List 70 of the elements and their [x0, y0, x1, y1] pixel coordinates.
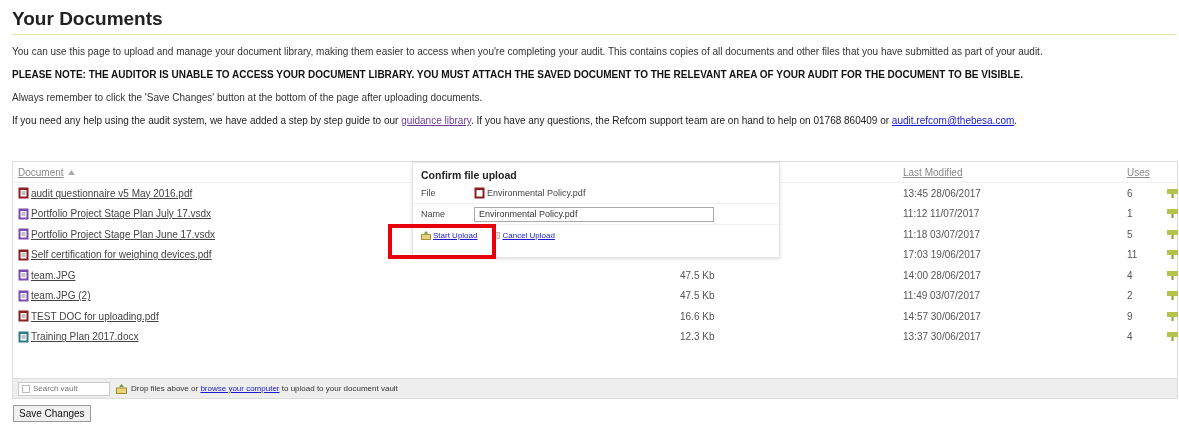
- modified-date: 14:00 28/06/2017: [903, 269, 982, 281]
- document-link[interactable]: Portfolio Project Stage Plan July 17.vsdx: [31, 208, 212, 220]
- modified-date: 11:49 03/07/2017: [903, 290, 982, 302]
- upload-icon: [421, 231, 431, 240]
- cancel-icon: [493, 232, 501, 239]
- document-link[interactable]: Training Plan 2017.docx: [31, 331, 139, 343]
- document-link[interactable]: Self certification for weighing devices.pdf: [31, 249, 212, 261]
- sort-icon: [67, 169, 75, 175]
- file-size: 47.5 Kb: [680, 269, 715, 281]
- pdf-file-icon: [18, 248, 29, 261]
- use-count: 5: [1127, 228, 1134, 240]
- document-icon: [18, 330, 29, 343]
- document-link[interactable]: Portfolio Project Stage Plan June 17.vsdx: [31, 228, 215, 240]
- use-count: 4: [1127, 331, 1134, 343]
- file-name: Environmental Policy.pdf: [487, 188, 586, 198]
- use-count: 6: [1127, 187, 1134, 199]
- column-header[interactable]: Uses: [1127, 166, 1150, 178]
- upload-hint: Drop files above or browse your computer to upload to your document vault: [131, 384, 398, 393]
- search-icon: [22, 384, 30, 393]
- pdf-file-icon: [474, 187, 485, 199]
- notice-text: PLEASE NOTE: THE AUDITOR IS UNABLE TO ACCESS YOUR DOCUMENT LIBRARY. YOU MUST ATTACH THE SAVED DOCUMENT TO THE RELEVANT AREA OF YOUR AUDIT FOR THE DOCUMENT TO BE VISIBLE.: [11, 69, 1024, 81]
- modified-date: 13:37 30/06/2017: [903, 331, 982, 343]
- signpost-icon[interactable]: [1167, 229, 1178, 239]
- reminder-text: Always remember to click the 'Save Changes' button at the bottom of the page after uploading documents.: [11, 92, 484, 104]
- file-size: 16.6 Kb: [680, 310, 715, 322]
- document-icon: [18, 207, 29, 220]
- start-upload-link[interactable]: Start Upload: [433, 231, 478, 240]
- intro-text: You can use this page to upload and manage your document library, making them easier to access when you're completing your audit. This contains copies of all documents and other files that you have submitted as part of your audit.: [11, 46, 1044, 58]
- column-header[interactable]: Document: [18, 166, 64, 178]
- browse-link[interactable]: browse your computer: [200, 384, 280, 393]
- upload-icon: [116, 383, 127, 394]
- cancel-upload-link[interactable]: Cancel Upload: [502, 231, 555, 240]
- document-link[interactable]: audit questionnaire v5 May 2016.pdf: [31, 187, 193, 199]
- signpost-icon[interactable]: [1167, 270, 1178, 280]
- search-field[interactable]: Search vault: [18, 381, 110, 396]
- signpost-icon[interactable]: [1167, 291, 1178, 301]
- file-size: 12.3 Kb: [680, 331, 715, 343]
- pdf-file-icon: [18, 310, 29, 323]
- modified-date: 11:18 03/07/2017: [903, 228, 982, 240]
- signpost-icon[interactable]: [1167, 209, 1178, 219]
- field-label: Name: [421, 209, 446, 219]
- column-header[interactable]: Last Modified: [903, 166, 963, 178]
- modified-date: 11:12 11/07/2017: [903, 208, 981, 220]
- use-count: 2: [1127, 290, 1134, 302]
- modified-date: 17:03 19/06/2017: [903, 249, 982, 261]
- document-link[interactable]: team.JPG (2): [31, 290, 91, 302]
- use-count: 4: [1127, 269, 1134, 281]
- name-field[interactable]: Environmental Policy.pdf: [474, 206, 714, 222]
- signpost-icon[interactable]: [1167, 188, 1178, 198]
- pdf-file-icon: [18, 187, 29, 200]
- guidance-link[interactable]: guidance library: [401, 115, 471, 126]
- help-text: If you need any help using the audit system, we have added a step by step guide to our guidance library. If you have any questions, the Refcom support team are on hand to help on 01768 860409 or audit.refcom@thebesa.com.: [11, 115, 1019, 127]
- dialog-title: Confirm file upload: [420, 168, 518, 183]
- document-link[interactable]: TEST DOC for uploading.pdf: [31, 310, 159, 322]
- signpost-icon[interactable]: [1167, 311, 1178, 321]
- document-icon: [18, 269, 29, 282]
- field-label: File: [421, 188, 437, 198]
- modified-date: 14:57 30/06/2017: [903, 310, 982, 322]
- signpost-icon[interactable]: [1167, 250, 1178, 260]
- page-title: Your Documents: [11, 7, 164, 31]
- use-count: 11: [1127, 249, 1139, 261]
- use-count: 9: [1127, 310, 1134, 322]
- file-size: 47.5 Kb: [680, 290, 715, 302]
- document-link[interactable]: team.JPG: [31, 269, 76, 281]
- save-button[interactable]: Save Changes: [13, 405, 91, 422]
- document-icon: [18, 228, 29, 241]
- modified-date: 13:45 28/06/2017: [903, 187, 982, 199]
- signpost-icon[interactable]: [1167, 332, 1178, 342]
- document-icon: [18, 289, 29, 302]
- use-count: 1: [1127, 208, 1134, 220]
